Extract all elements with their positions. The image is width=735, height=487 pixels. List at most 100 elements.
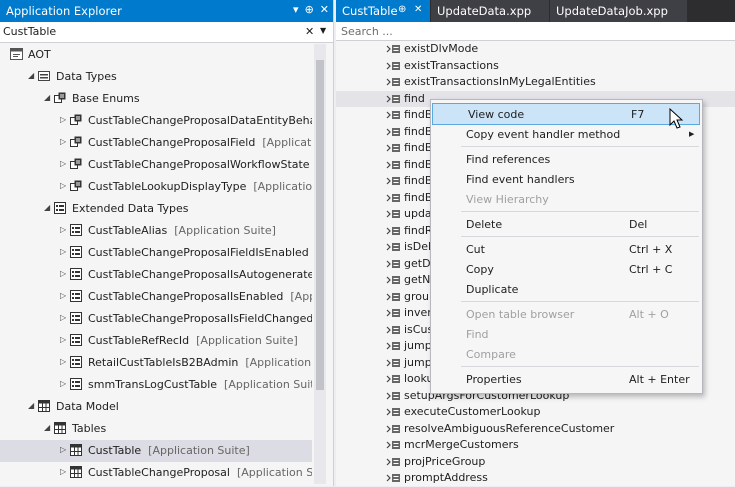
menu-item-label: View Hierarchy	[466, 193, 549, 206]
method-item[interactable]: existTransactionsInMyLegalEntities	[336, 74, 735, 91]
method-item[interactable]: promptAddress	[336, 470, 735, 487]
tree-item[interactable]: ▷ CustTableChangeProposalIsAutogenerated[…	[0, 264, 312, 286]
menu-item-label: Find	[466, 328, 489, 341]
method-item[interactable]: executeCustomerLookup	[336, 404, 735, 421]
tree-item-label: RetailCustTableIsB2BAdmin[Application Su…	[88, 356, 312, 369]
menu-item-shortcut: Ctrl + C	[629, 263, 673, 276]
method-item[interactable]: projPriceGroup	[336, 454, 735, 471]
menu-item-duplicate[interactable]: Duplicate	[431, 279, 702, 299]
menu-item-view-hierarchy: View Hierarchy	[431, 189, 702, 209]
expanded-arrow-icon[interactable]: ◢	[28, 71, 34, 80]
tree-item-model: [Application Suite]	[224, 378, 312, 391]
tab-custtable[interactable]: CustTable ⊕ ✕	[336, 0, 430, 22]
collapsed-arrow-icon[interactable]: ▷	[60, 357, 66, 366]
tree-item[interactable]: ▷ CustTableChangeProposal[Application Sui…	[0, 462, 312, 484]
expanded-arrow-icon[interactable]: ◢	[44, 423, 50, 432]
menu-item-open-table-browser: Open table browser Alt + O	[431, 304, 702, 324]
tree-item[interactable]: ▷ CustTableChangeProposalIsFieldChanged[A…	[0, 308, 312, 330]
tree-item[interactable]: ▷ CustTableLookupDisplayType[Application …	[0, 176, 312, 198]
tree-item[interactable]: ▷ CustTableRefRecId [Application Suite]	[0, 330, 312, 352]
tab-updatedatajob-xpp[interactable]: UpdateDataJob.xpp	[550, 0, 687, 22]
tab-pin-icon[interactable]: ⊕	[398, 4, 406, 15]
pin-icon[interactable]: ⊕	[305, 3, 314, 16]
expanded-arrow-icon[interactable]: ◢	[28, 401, 34, 410]
tree-item[interactable]: ▷ RetailCustTableIsB2BAdmin[Application S…	[0, 352, 312, 374]
menu-item-copy-event-handler-method[interactable]: Copy event handler method ▶	[431, 124, 702, 144]
collapsed-arrow-icon[interactable]: ▷	[60, 269, 66, 278]
menu-item-label: Cut	[466, 243, 485, 256]
method-icon	[386, 391, 401, 401]
tree-item[interactable]: ◢ Extended Data Types	[0, 198, 312, 220]
edt-icon	[54, 202, 67, 214]
tree-item[interactable]: AOT	[0, 44, 312, 66]
menu-item-find-references[interactable]: Find references	[431, 149, 702, 169]
menu-item-label: Find event handlers	[466, 173, 575, 186]
expanded-arrow-icon[interactable]: ◢	[44, 203, 50, 212]
tree-item[interactable]: ▷ CustTableChangeProposalWorkflowState[Ap…	[0, 154, 312, 176]
method-item[interactable]: resolveAmbiguousReferenceCustomer	[336, 421, 735, 438]
tree-item-label: CustTableChangeProposalIsAutogenerated[A…	[88, 268, 312, 281]
collapsed-arrow-icon[interactable]: ▷	[60, 137, 66, 146]
designer-search-input[interactable]	[341, 24, 721, 38]
tree-item[interactable]: ▷ CustTable [Application Suite]	[0, 440, 312, 462]
tree-item[interactable]: ◢ Data Types	[0, 66, 312, 88]
explorer-title: Application Explorer	[6, 4, 122, 18]
tab-updatedata-xpp[interactable]: UpdateData.xpp	[431, 0, 549, 22]
method-label: find	[404, 91, 425, 105]
method-item[interactable]: mcrMergeCustomers	[336, 437, 735, 454]
explorer-title-bar: Application Explorer ▾ ⊕ ✕	[0, 0, 333, 22]
menu-item-view-code[interactable]: View code F7	[432, 103, 700, 125]
explorer-scrollbar-thumb[interactable]	[316, 60, 324, 390]
collapsed-arrow-icon[interactable]: ▷	[60, 335, 66, 344]
menu-item-copy[interactable]: Copy Ctrl + C	[431, 259, 702, 279]
tree-item[interactable]: ▷ smmTransLogCustTable[Application Suite]	[0, 374, 312, 396]
menu-item-find-event-handlers[interactable]: Find event handlers	[431, 169, 702, 189]
tree-item[interactable]: ▷ CustTableAlias [Application Suite]	[0, 220, 312, 242]
menu-item-find: Find	[431, 324, 702, 344]
close-icon[interactable]: ✕	[320, 3, 329, 16]
expanded-arrow-icon[interactable]: ◢	[44, 93, 50, 102]
menu-item-label: Find references	[466, 153, 551, 166]
method-item[interactable]: existTransactions	[336, 58, 735, 75]
table-icon	[70, 444, 83, 456]
window-position-icon[interactable]: ▾	[293, 3, 299, 16]
tab-close-icon[interactable]: ✕	[414, 4, 422, 15]
mouse-cursor-icon	[669, 108, 684, 129]
clear-search-icon[interactable]: ✕	[305, 25, 314, 38]
collapsed-arrow-icon[interactable]: ▷	[60, 467, 66, 476]
menu-item-properties[interactable]: Properties Alt + Enter	[431, 369, 702, 389]
method-icon	[386, 424, 401, 434]
menu-item-label: Properties	[466, 373, 522, 386]
menu-item-delete[interactable]: Delete Del	[431, 214, 702, 234]
tree-item[interactable]: ◢ Base Enums	[0, 88, 312, 110]
method-label: jump	[404, 339, 432, 352]
collapsed-arrow-icon[interactable]: ▷	[60, 445, 66, 454]
tree-item[interactable]: ▷ CustTableChangeProposalFieldIsEnabled[A…	[0, 242, 312, 264]
collapsed-arrow-icon[interactable]: ▷	[60, 247, 66, 256]
tree-item[interactable]: ◢ Data Model	[0, 396, 312, 418]
search-dropdown-icon[interactable]: ▼	[320, 26, 326, 35]
method-label: jump	[404, 355, 432, 369]
collapsed-arrow-icon[interactable]: ▷	[60, 225, 66, 234]
collapsed-arrow-icon[interactable]: ▷	[60, 291, 66, 300]
menu-item-shortcut: F7	[631, 108, 645, 121]
tree-item[interactable]: ▷ CustTableChangeProposalDataEntityBehavi…	[0, 110, 312, 132]
method-item[interactable]: existDlvMode	[336, 41, 735, 58]
collapsed-arrow-icon[interactable]: ▷	[60, 115, 66, 124]
edt-icon	[70, 356, 83, 368]
tree-item[interactable]: ▷ CustTableChangeProposalField[Applicatio…	[0, 132, 312, 154]
menu-item-cut[interactable]: Cut Ctrl + X	[431, 239, 702, 259]
explorer-search-input[interactable]	[3, 24, 293, 39]
collapsed-arrow-icon[interactable]: ▷	[60, 379, 66, 388]
tree-item-label: CustTableChangeProposalWorkflowState[App…	[88, 158, 310, 171]
tree-item-model: [Application Suite]	[245, 356, 312, 369]
enum-icon	[70, 136, 83, 148]
tree-item[interactable]: ▷ CustTableChangeProposalIsEnabled[Applic…	[0, 286, 312, 308]
collapsed-arrow-icon[interactable]: ▷	[60, 313, 66, 322]
menu-separator	[461, 366, 699, 367]
collapsed-arrow-icon[interactable]: ▷	[60, 181, 66, 190]
table-icon	[54, 422, 67, 434]
collapsed-arrow-icon[interactable]: ▷	[60, 159, 66, 168]
tree-item[interactable]: ◢ Tables	[0, 418, 312, 440]
tree-item-label: CustTableChangeProposalIsFieldChanged[Ap…	[88, 312, 312, 325]
